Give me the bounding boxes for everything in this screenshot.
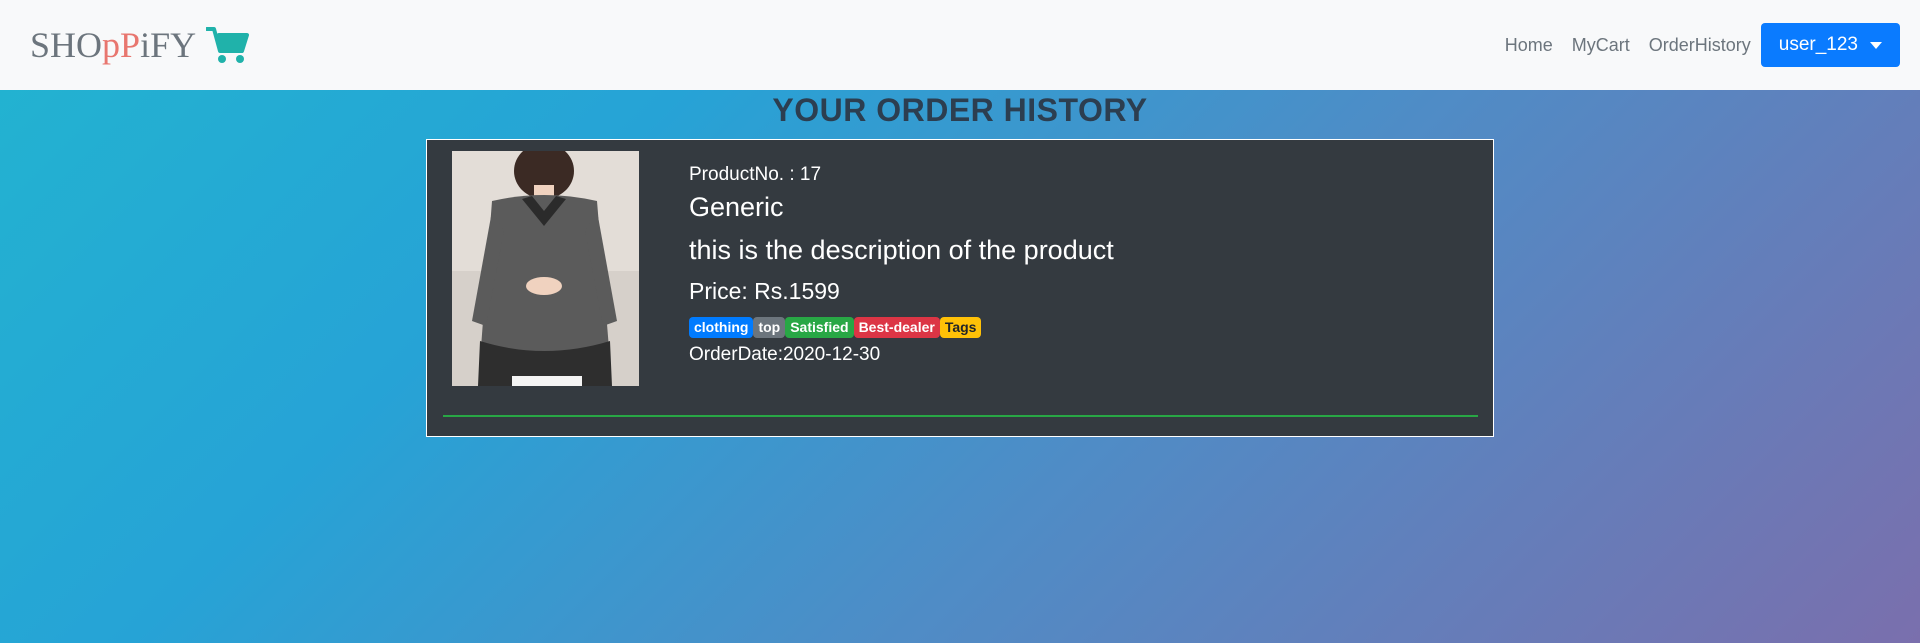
page-title: YOUR ORDER HISTORY <box>772 92 1148 128</box>
shopping-cart-icon <box>206 27 250 63</box>
order-divider <box>443 415 1478 417</box>
tag-badges: clothing top Satisfied Best-dealer Tags <box>689 317 1114 338</box>
product-photo <box>452 151 639 386</box>
badge-tags: Tags <box>939 317 982 338</box>
order-info: ProductNo. : 17 Generic this is the desc… <box>689 164 1114 366</box>
product-price: Price: Rs.1599 <box>689 278 840 304</box>
brand-text-part3: iFY <box>140 25 197 65</box>
badge-top: top <box>753 317 786 338</box>
order-card: ProductNo. : 17 Generic this is the desc… <box>426 139 1494 437</box>
navbar: SHO pP iFY Home MyCart OrderHistory user_1… <box>0 0 1920 90</box>
caret-down-icon <box>1870 41 1882 49</box>
nav-links: Home MyCart OrderHistory user_123 <box>1486 23 1900 67</box>
nav-orderhistory-link[interactable]: OrderHistory <box>1649 35 1751 56</box>
brand-logo[interactable]: SHO pP iFY <box>30 24 250 66</box>
badge-satisfied: Satisfied <box>785 317 854 338</box>
nav-home-link[interactable]: Home <box>1505 35 1553 56</box>
user-menu-button[interactable]: user_123 <box>1760 23 1900 67</box>
badge-best-dealer: Best-dealer <box>853 317 940 338</box>
badge-clothing: clothing <box>689 317 754 338</box>
product-number: ProductNo. : 17 <box>689 164 822 185</box>
product-image[interactable] <box>452 151 639 386</box>
order-date: OrderDate:2020-12-30 <box>689 344 881 365</box>
product-description: this is the description of the product <box>689 235 1114 265</box>
nav-mycart-link[interactable]: MyCart <box>1572 35 1630 56</box>
product-name: Generic <box>689 192 784 222</box>
brand-text-part1: SHO <box>30 25 103 65</box>
user-name: user_123 <box>1778 34 1858 55</box>
brand-text-part2: pP <box>102 25 141 65</box>
